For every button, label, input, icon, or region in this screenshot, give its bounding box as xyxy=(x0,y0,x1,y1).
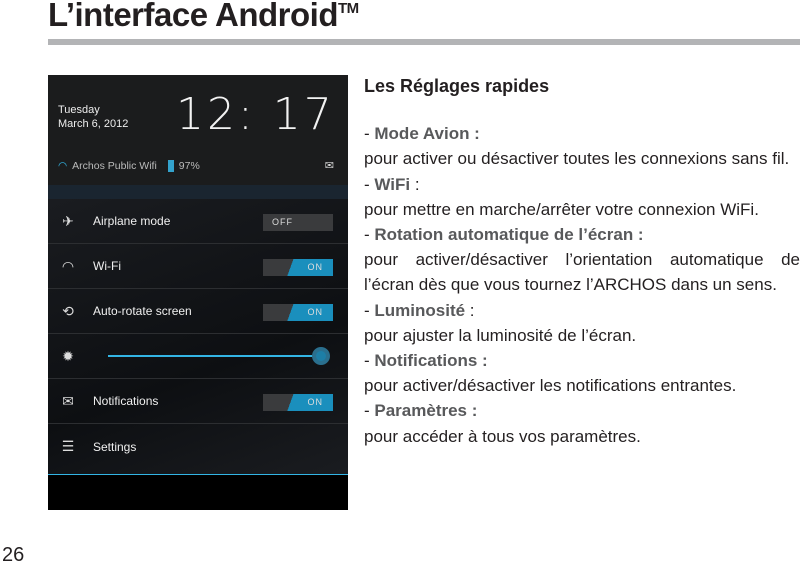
wifi-icon: ◠ xyxy=(61,257,75,274)
date-display: Tuesday March 6, 2012 xyxy=(58,103,128,131)
dash: - xyxy=(364,351,375,371)
toggle-label: ON xyxy=(307,397,323,407)
item-term: - Luminosité : xyxy=(364,298,800,323)
title-text: L’interface Android xyxy=(48,0,338,33)
term: Paramètres : xyxy=(374,401,478,421)
section-heading: Les Réglages rapides xyxy=(364,76,550,96)
item-term: - Rotation automatique de l’écran : xyxy=(364,222,800,247)
item-term: - Notifications : xyxy=(364,348,800,373)
item-description: pour activer/désactiver l’orientation au… xyxy=(364,250,800,295)
dash: - xyxy=(364,401,375,421)
colon: : xyxy=(410,174,420,194)
dash: - xyxy=(364,124,375,144)
page-number: 26 xyxy=(2,544,25,566)
dash: - xyxy=(364,174,375,194)
settings-row[interactable]: ☰ Settings xyxy=(48,424,348,469)
page-title: L’interface AndroidTM xyxy=(48,0,359,34)
notification-header: Tuesday March 6, 2012 12: 17 ◠ Archos Pub… xyxy=(48,75,348,185)
rotate-icon: ⟲ xyxy=(62,302,74,319)
quick-settings-panel: ✈ Airplane mode OFF ◠ Wi-Fi ON ⟲ Auto-rotate … xyxy=(48,199,348,474)
notifications-toggle[interactable]: ON xyxy=(263,394,333,411)
brightness-icon: ✹ xyxy=(62,347,74,364)
quick-settings-screenshot: Tuesday March 6, 2012 12: 17 ◠ Archos Pub… xyxy=(48,75,348,510)
item-term: - Mode Avion : xyxy=(364,121,800,146)
trademark: TM xyxy=(337,0,359,17)
wifi-row[interactable]: ◠ Wi-Fi ON xyxy=(48,244,348,289)
colon: : xyxy=(465,300,475,320)
item-description: pour activer ou désactiver toutes les co… xyxy=(364,149,790,169)
wifi-name: Archos Public Wifi xyxy=(72,160,157,172)
row-label: Auto-rotate screen xyxy=(93,304,192,318)
auto-rotate-toggle[interactable]: ON xyxy=(263,304,333,321)
term: Mode Avion : xyxy=(374,124,480,144)
day: Tuesday xyxy=(58,104,100,116)
battery-level: 97% xyxy=(178,160,200,172)
term: Luminosité xyxy=(374,300,466,320)
item-description: pour accéder à tous vos paramètres. xyxy=(364,426,641,446)
brightness-slider[interactable] xyxy=(108,355,323,357)
toggle-label: OFF xyxy=(272,217,293,227)
auto-rotate-row[interactable]: ⟲ Auto-rotate screen ON xyxy=(48,289,348,334)
row-label: Wi-Fi xyxy=(93,259,121,273)
item-term: - WiFi : xyxy=(364,172,800,197)
item-description: pour mettre en marche/arrêter votre conn… xyxy=(364,199,759,219)
notifications-icon[interactable]: ✉ xyxy=(325,159,334,172)
status-line: ◠ Archos Public Wifi 97% xyxy=(58,160,200,172)
row-label: Notifications xyxy=(93,394,159,408)
term: WiFi xyxy=(374,174,411,194)
airplane-icon: ✈ xyxy=(62,212,74,229)
settings-sliders-icon: ☰ xyxy=(61,438,75,454)
term: Notifications : xyxy=(374,351,488,371)
row-label: Settings xyxy=(93,439,137,454)
dash: - xyxy=(364,225,375,245)
term: Rotation automatique de l’écran : xyxy=(374,225,644,245)
wifi-toggle[interactable]: ON xyxy=(263,259,333,276)
notifications-row[interactable]: ✉ Notifications ON xyxy=(48,379,348,424)
notifications-icon: ✉ xyxy=(62,392,74,409)
dash: - xyxy=(364,300,375,320)
title-rule xyxy=(48,39,800,45)
battery-icon xyxy=(167,160,174,172)
brightness-slider-handle[interactable] xyxy=(312,347,330,365)
item-description: pour activer/désactiver les notification… xyxy=(364,376,737,396)
wifi-icon: ◠ xyxy=(58,160,68,172)
toggle-label: ON xyxy=(307,307,323,317)
date: March 6, 2012 xyxy=(58,118,129,130)
band xyxy=(48,185,348,199)
airplane-toggle[interactable]: OFF xyxy=(263,214,333,231)
panel-bottom xyxy=(48,475,348,510)
item-description: pour ajuster la luminosité de l’écran. xyxy=(364,325,637,345)
clock: 12: 17 xyxy=(176,89,335,140)
item-term: - Paramètres : xyxy=(364,398,800,423)
description: Les Réglages rapides - Mode Avion : pour … xyxy=(364,74,800,449)
row-label: Airplane mode xyxy=(93,214,171,228)
airplane-mode-row[interactable]: ✈ Airplane mode OFF xyxy=(48,199,348,244)
toggle-label: ON xyxy=(307,262,323,272)
